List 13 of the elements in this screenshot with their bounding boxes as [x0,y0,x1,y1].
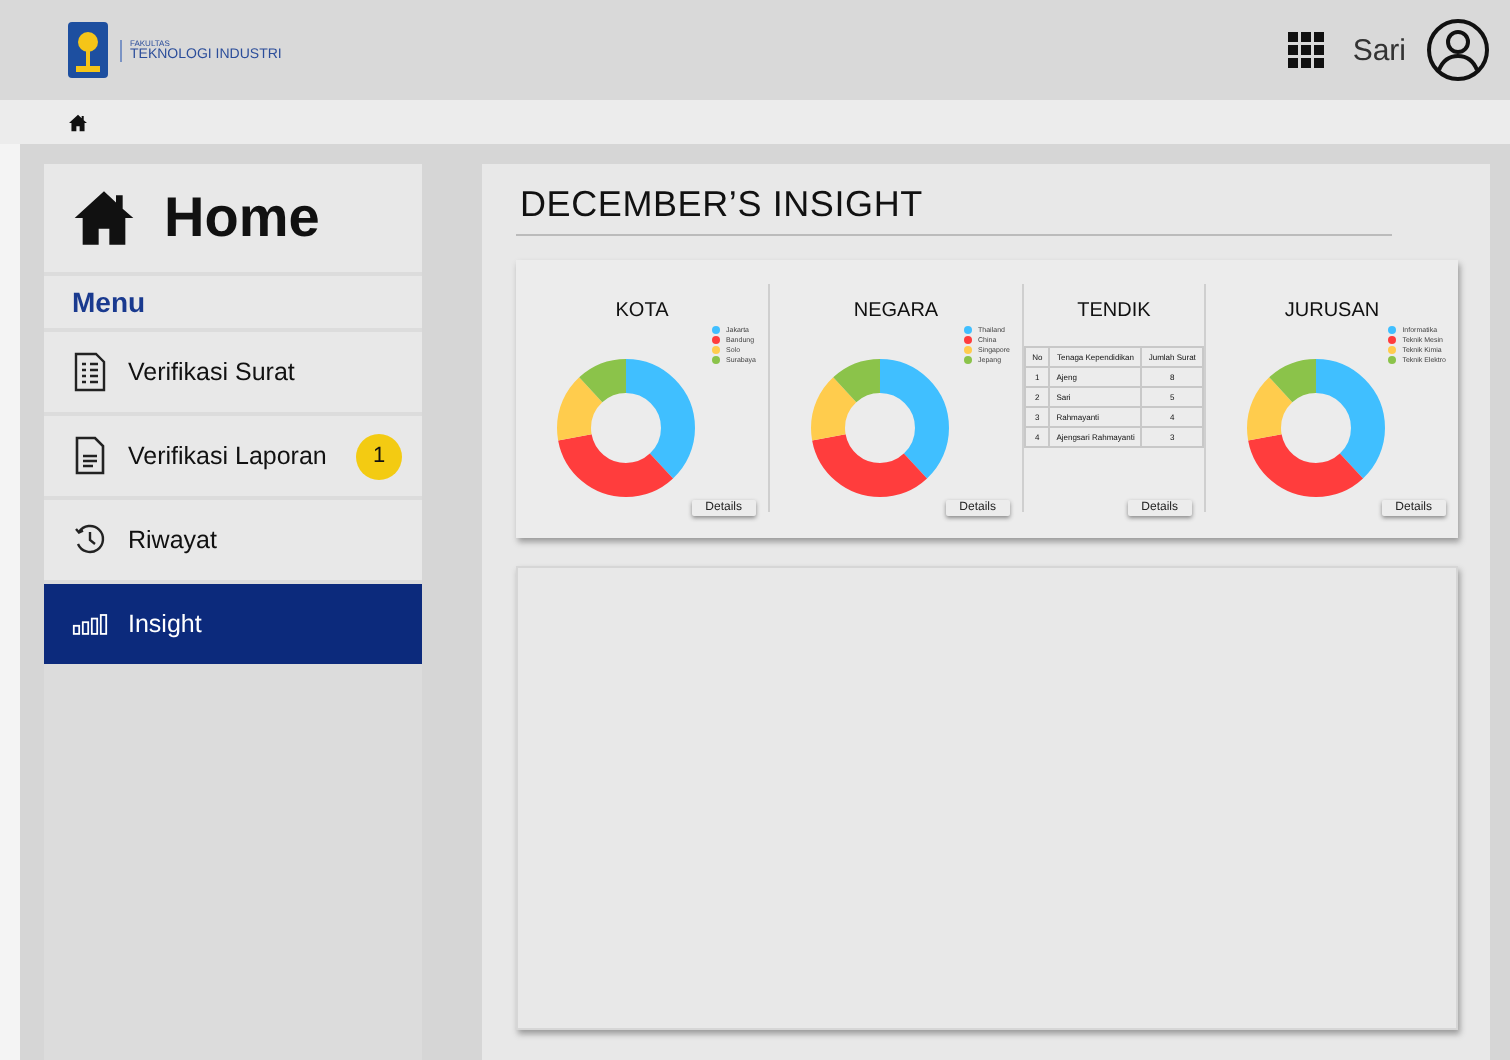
sidebar-item[interactable]: Riwayat [44,500,422,580]
notification-badge: 1 [356,433,402,479]
sidebar-item[interactable]: Insight [44,584,422,664]
card-title: TENDIK [1077,300,1151,322]
user-name[interactable]: Sari [1352,33,1406,67]
card-title: NEGARA [853,300,939,322]
sidebar-item[interactable]: Verifikasi Surat [44,332,422,412]
section-title: DECEMBER’S INSIGHT [516,184,1392,236]
card-title: KOTA [615,300,669,322]
menu-label: Menu [72,286,146,318]
page-heading: Home [164,186,320,250]
card-title: JURUSAN [1284,300,1380,322]
sidebar-item[interactable]: Verifikasi Laporan 1 [44,416,422,496]
